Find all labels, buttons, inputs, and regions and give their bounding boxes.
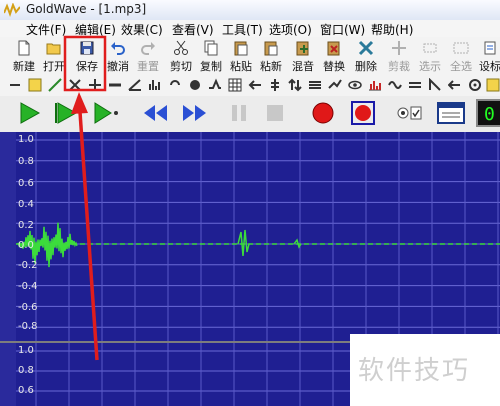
save-highlight-box [63,35,107,92]
watermark-text: 软件技巧 [358,356,471,386]
pointer-arrow-shaft [78,111,99,361]
pointer-arrow-head [71,92,88,114]
